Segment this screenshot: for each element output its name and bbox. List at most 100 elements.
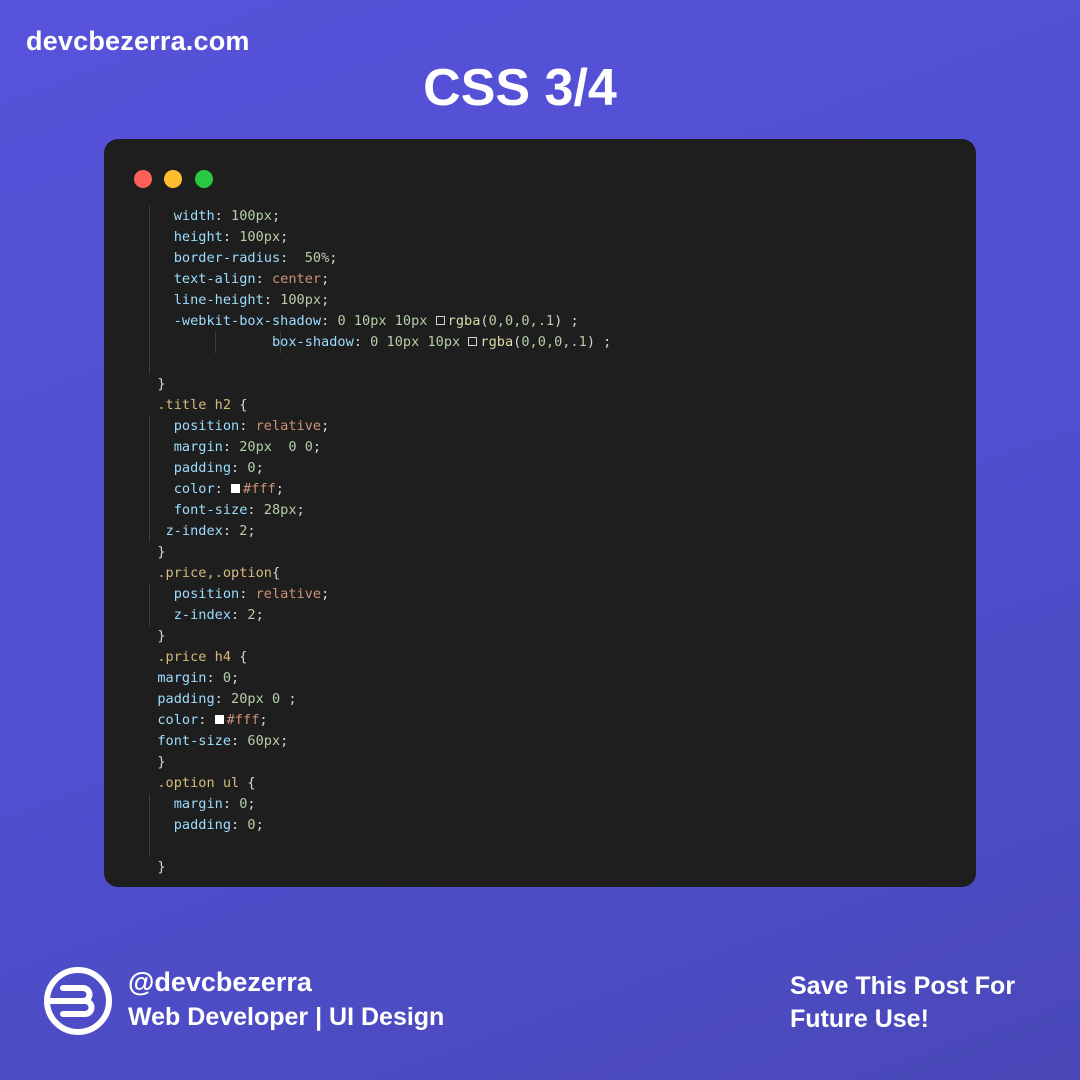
color-swatch xyxy=(435,316,445,325)
code-line: } xyxy=(141,857,611,878)
code-token: : xyxy=(353,334,371,350)
code-token: } xyxy=(141,376,166,392)
code-token: padding xyxy=(173,460,232,476)
code-token: padding xyxy=(173,817,232,833)
code-token: } xyxy=(141,859,166,875)
code-line: .price h4 { xyxy=(141,647,611,668)
code-token: : xyxy=(231,607,248,623)
indent-guide xyxy=(149,416,151,437)
code-token: 20px 0 0 xyxy=(239,439,313,455)
code-token: margin xyxy=(173,439,223,455)
code-token: 100px xyxy=(231,208,272,224)
code-line: margin: 20px 0 0; xyxy=(141,437,611,458)
code-line: .price,.option{ xyxy=(141,563,611,584)
code-token: 2 xyxy=(247,607,256,623)
code-token: ; xyxy=(255,817,264,833)
code-token: ; xyxy=(296,502,305,518)
code-token: : xyxy=(280,250,305,266)
code-token: ; xyxy=(329,250,338,266)
code-token: : xyxy=(214,691,232,707)
indent-guide xyxy=(149,521,151,542)
minimize-dot xyxy=(164,170,182,188)
code-token: : xyxy=(222,439,240,455)
code-token: ) ; xyxy=(586,334,612,350)
site-url: devcbezerra.com xyxy=(26,26,250,56)
code-line: padding: 0; xyxy=(141,815,611,836)
code-token: .option ul xyxy=(157,775,240,791)
code-token: 0 xyxy=(247,460,256,476)
code-token: 0 xyxy=(247,817,256,833)
code-token: ; xyxy=(321,292,330,308)
code-token: color xyxy=(157,712,199,728)
code-token: : xyxy=(214,481,232,497)
indent-guide xyxy=(149,500,151,521)
code-token: ; xyxy=(255,607,264,623)
code-line: line-height: 100px; xyxy=(141,290,611,311)
indent-guide xyxy=(149,227,151,248)
code-token: } xyxy=(141,628,166,644)
indent-guide xyxy=(149,206,151,227)
code-token: margin xyxy=(157,670,207,686)
indent-guide xyxy=(149,458,151,479)
code-token: : xyxy=(198,712,215,728)
code-token: border-radius xyxy=(173,250,281,266)
code-line: } xyxy=(141,542,611,563)
indent-guide xyxy=(280,332,282,353)
code-token: font-size xyxy=(173,502,248,518)
indent-guide xyxy=(149,584,151,605)
code-token: -webkit-box-shadow xyxy=(173,313,322,329)
code-token: margin xyxy=(173,796,223,812)
code-token: 0 xyxy=(222,670,232,686)
code-token: rgba xyxy=(447,313,481,329)
code-token: position xyxy=(173,586,240,602)
maximize-dot xyxy=(195,170,213,188)
code-line: } xyxy=(141,752,611,773)
indent-guide xyxy=(149,353,151,374)
code-line: margin: 0; xyxy=(141,794,611,815)
author-handle: @devcbezerra xyxy=(128,967,312,997)
code-line: z-index: 2; xyxy=(141,605,611,626)
indent-guide xyxy=(149,836,151,857)
code-line: text-align: center; xyxy=(141,269,611,290)
code-token: line-height xyxy=(173,292,264,308)
code-token: : xyxy=(231,817,248,833)
code-line: .title h2 { xyxy=(141,395,611,416)
color-swatch xyxy=(468,337,478,346)
code-token: : xyxy=(321,313,338,329)
code-line: color: #fff; xyxy=(141,479,611,500)
code-token: 20px 0 xyxy=(231,691,281,707)
code-token: : xyxy=(222,523,240,539)
code-token: .price,.option xyxy=(157,565,272,581)
code-token: font-size xyxy=(157,733,232,749)
color-swatch xyxy=(214,715,224,724)
code-line: height: 100px; xyxy=(141,227,611,248)
cta-line-1: Save This Post For xyxy=(790,972,1016,1000)
code-token: ( xyxy=(480,313,489,329)
code-token: padding xyxy=(157,691,215,707)
code-token: ; xyxy=(231,670,240,686)
indent-guide xyxy=(149,437,151,458)
author-role: Web Developer | UI Design xyxy=(128,1003,445,1031)
indent-guide xyxy=(149,311,151,332)
indent-guide xyxy=(149,248,151,269)
code-line: position: relative; xyxy=(141,584,611,605)
code-token: 28px xyxy=(263,502,297,518)
code-line: .option ul { xyxy=(141,773,611,794)
code-token: { xyxy=(271,565,281,581)
code-line xyxy=(141,353,611,374)
code-block: width: 100px; height: 100px; border-radi… xyxy=(141,206,611,878)
